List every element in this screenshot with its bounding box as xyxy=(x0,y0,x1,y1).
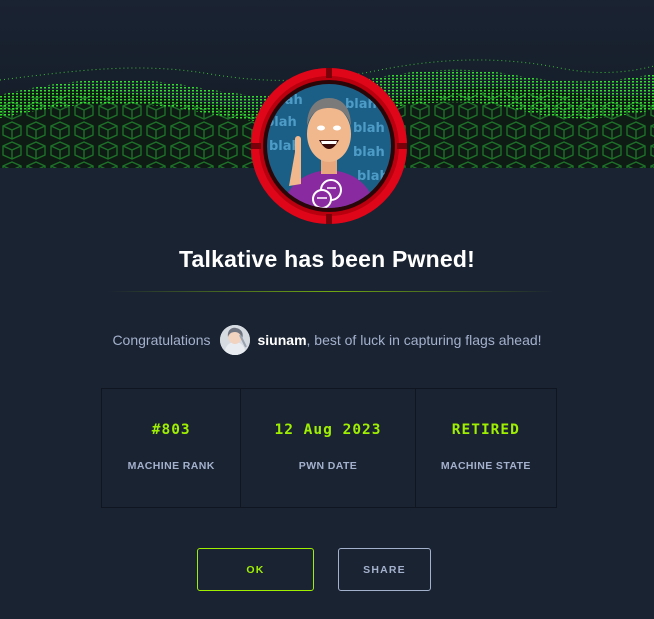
dialog-title: Talkative has been Pwned! xyxy=(178,246,475,272)
congrats-prefix: Congratulations xyxy=(112,332,211,348)
stat-label: PWN DATE xyxy=(298,460,358,472)
share-button[interactable]: SHARE xyxy=(338,548,431,591)
stat-value: RETIRED xyxy=(451,422,520,438)
stat-label: MACHINE STATE xyxy=(440,460,531,472)
stats-panel: #803 MACHINE RANK 12 Aug 2023 PWN DATE R… xyxy=(101,388,557,508)
stat-value: 12 Aug 2023 xyxy=(274,422,382,438)
stat-machine-state: RETIRED MACHINE STATE xyxy=(414,389,556,507)
stat-pwn-date: 12 Aug 2023 PWN DATE xyxy=(240,389,414,507)
user-avatar[interactable] xyxy=(219,325,250,355)
congrats-message: Congratulations siunam , best of luck in… xyxy=(0,324,654,356)
stat-value: #803 xyxy=(151,422,191,438)
machine-avatar: blah blah blah blah blah blah blah xyxy=(249,66,409,226)
username-link[interactable]: siunam xyxy=(258,332,307,348)
congrats-suffix: , best of luck in capturing flags ahead! xyxy=(306,332,542,348)
stat-label: MACHINE RANK xyxy=(127,460,215,472)
ok-button[interactable]: OK xyxy=(197,548,314,591)
title-divider xyxy=(108,291,554,292)
svg-text:blah: blah xyxy=(353,121,385,136)
stat-machine-rank: #803 MACHINE RANK xyxy=(102,389,240,507)
svg-text:blah: blah xyxy=(353,145,385,160)
